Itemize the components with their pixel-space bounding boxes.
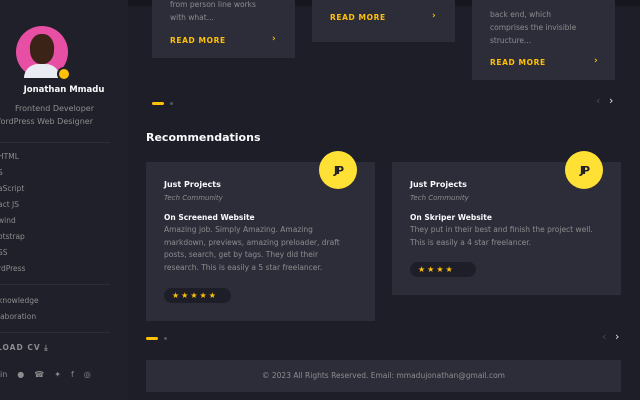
carousel-next-icon[interactable]: › <box>615 330 619 343</box>
skill-item: wind <box>0 216 16 225</box>
carousel-indicator[interactable] <box>170 102 173 105</box>
review-text: This is easily a 4 star freelancer. <box>410 237 531 247</box>
review-text: Amazing job. Simply Amazing. Amazing <box>164 225 313 234</box>
carousel-indicator-active[interactable] <box>152 102 164 105</box>
chevron-right-icon[interactable]: › <box>272 34 276 44</box>
card-text: with what... <box>170 13 214 22</box>
sidebar: Jonathan Mmadu Frontend Developer WordPr… <box>0 0 128 400</box>
service-card: from person line works with what... READ… <box>152 0 295 58</box>
carousel-indicator-active[interactable] <box>146 337 158 340</box>
download-cv-button[interactable]: LOAD CV ⤓ <box>0 343 49 353</box>
read-more-link[interactable]: READ MORE <box>170 36 226 45</box>
review-text: They put in their best and finish the pr… <box>410 225 593 234</box>
skill-item: aScript <box>0 184 25 193</box>
skill-item: act JS <box>0 200 20 209</box>
skill-item: SS <box>0 248 8 257</box>
company-logo: JP <box>319 151 357 189</box>
extra-item: knowledge <box>0 296 39 305</box>
star-rating: ★★★★ <box>410 262 476 277</box>
sidebar-divider <box>0 284 110 285</box>
read-more-link[interactable]: READ MORE <box>490 58 546 67</box>
card-text: structure... <box>490 36 532 45</box>
github-icon[interactable]: ● <box>17 370 24 379</box>
project-heading: On Skriper Website <box>410 213 492 222</box>
profile-name: Jonathan Mmadu <box>23 85 105 95</box>
card-text: back end, which <box>490 10 551 19</box>
recommendations-title: Recommendations <box>146 131 261 144</box>
whatsapp-icon[interactable]: ☎ <box>34 370 44 379</box>
linkedin-icon[interactable]: in <box>0 370 7 379</box>
carousel-prev-icon[interactable]: ‹ <box>596 94 600 107</box>
instagram-icon[interactable]: ◎ <box>84 370 91 379</box>
chevron-right-icon[interactable]: › <box>432 11 436 21</box>
extra-item: laboration <box>0 312 37 321</box>
footer-copyright: © 2023 All Rights Reserved. Email: mmadu… <box>146 360 621 392</box>
download-icon: ⤓ <box>44 343 49 352</box>
carousel-indicator[interactable] <box>164 337 167 340</box>
online-status-dot <box>57 67 71 81</box>
service-card: back end, which comprises the invisible … <box>472 0 615 80</box>
review-text: markdown, previews, amazing preloader, d… <box>164 237 340 247</box>
carousel-prev-icon[interactable]: ‹ <box>602 330 606 343</box>
review-text: posts, search, get by tags. They did the… <box>164 250 319 259</box>
read-more-link[interactable]: READ MORE <box>330 13 386 22</box>
card-text: from person line works <box>170 0 256 9</box>
project-heading: On Screened Website <box>164 213 255 222</box>
download-cv-label: LOAD CV <box>0 343 41 352</box>
review-text: research. This is easily a 5 star freela… <box>164 262 323 272</box>
profile-role: Frontend Developer <box>15 104 94 113</box>
skill-item: S <box>0 168 3 177</box>
skill-item: HTML <box>0 152 19 161</box>
facebook-icon[interactable]: f <box>71 370 74 379</box>
sidebar-divider <box>0 142 110 143</box>
sidebar-divider <box>0 332 110 333</box>
skill-item: otstrap <box>0 232 25 241</box>
recommendation-card: JP Just Projects Tech Community On Skrip… <box>392 151 621 295</box>
service-card: READ MORE › <box>312 0 455 42</box>
recommender-name: Just Projects <box>410 180 467 189</box>
chevron-right-icon[interactable]: › <box>594 56 598 66</box>
company-logo: JP <box>565 151 603 189</box>
recommender-subtitle: Tech Community <box>410 194 469 202</box>
twitter-icon[interactable]: ✦ <box>54 370 61 379</box>
profile-role-secondary: WordPress Web Designer <box>0 117 93 126</box>
skill-item: rdPress <box>0 264 26 273</box>
recommender-subtitle: Tech Community <box>164 194 223 202</box>
carousel-next-icon[interactable]: › <box>609 94 613 107</box>
recommendation-card: JP Just Projects Tech Community On Scree… <box>146 151 375 321</box>
social-links: in ● ☎ ✦ f ◎ <box>0 370 91 379</box>
recommender-name: Just Projects <box>164 180 221 189</box>
card-text: comprises the invisible <box>490 23 577 32</box>
star-rating: ★★★★★ <box>164 288 231 303</box>
